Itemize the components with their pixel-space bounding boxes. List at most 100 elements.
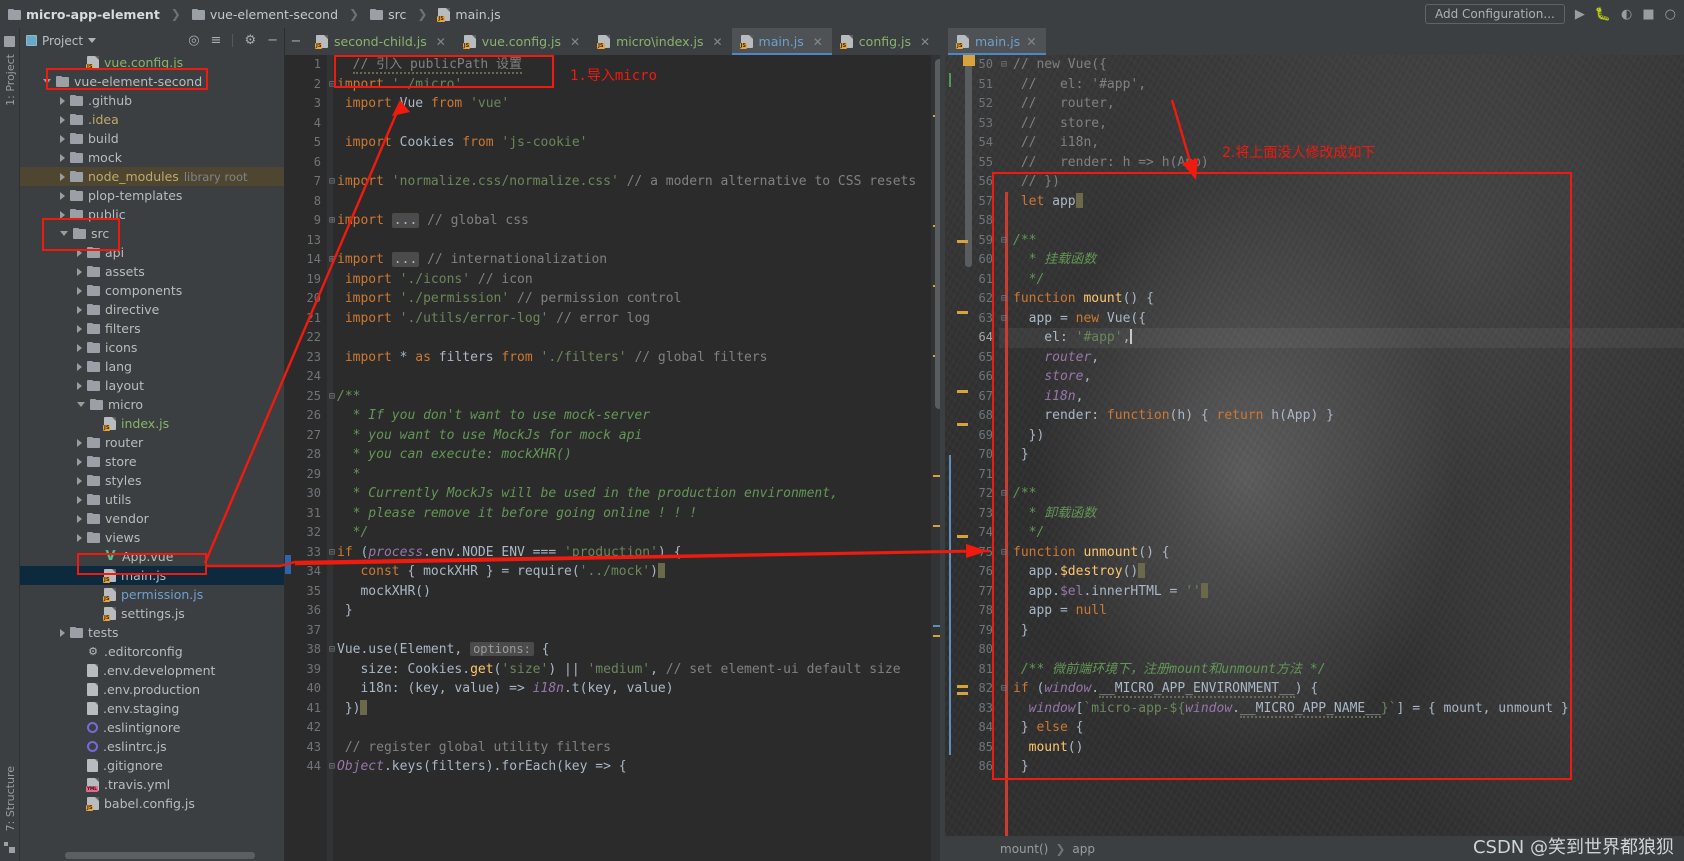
code-line[interactable]: import './utils/error-log' // error log [337, 309, 945, 329]
code-line[interactable]: app = null [1013, 601, 1684, 621]
tab-main-js-right[interactable]: main.js ✕ [948, 28, 1046, 55]
chevron-right-icon[interactable] [77, 267, 82, 276]
chevron-right-icon[interactable] [60, 628, 65, 637]
code-line[interactable]: * If you don't want to use mock-server [337, 406, 945, 426]
code-line[interactable]: } else { [1013, 718, 1684, 738]
code-line[interactable] [337, 114, 945, 134]
code-line[interactable]: let app [1013, 192, 1684, 212]
code-line[interactable]: // store, [1013, 114, 1684, 134]
tree-item-.eslintrc.js[interactable]: .eslintrc.js [20, 737, 284, 756]
chevron-right-icon[interactable] [77, 533, 82, 542]
tree-item-vue.config.js[interactable]: vue.config.js [20, 53, 284, 72]
tab-second-child-js[interactable]: second-child.js ✕ [307, 28, 455, 55]
code-line[interactable] [337, 328, 945, 348]
code-content-left[interactable]: // 引入 publicPath 设置 import './micro' impo… [337, 55, 945, 861]
code-line[interactable]: if (process.env.NODE_ENV === 'production… [337, 543, 945, 563]
code-line[interactable] [1013, 211, 1684, 231]
code-line[interactable]: function mount() { [1013, 289, 1684, 309]
chevron-right-icon[interactable] [60, 96, 65, 105]
code-folding-column-left[interactable]: ⊟ ⊟ ⊞ ⊞ ⊟ ⊟ ⊟ ⊟ [327, 55, 337, 861]
breadcrumb-item-variable[interactable]: app [1072, 842, 1095, 856]
fold-toggle-icon[interactable] [327, 523, 337, 543]
tree-item-.env.staging[interactable]: .env.staging [20, 699, 284, 718]
code-line[interactable]: // render: h => h(App) [1013, 153, 1684, 173]
add-configuration-button[interactable]: Add Configuration... [1424, 4, 1565, 24]
code-line[interactable]: } [1013, 445, 1684, 465]
chevron-right-icon[interactable] [77, 457, 82, 466]
tree-item-assets[interactable]: assets [20, 262, 284, 281]
tree-item-vendor[interactable]: vendor [20, 509, 284, 528]
collapse-all-icon[interactable]: ≡ [211, 33, 222, 48]
chevron-right-icon[interactable] [60, 115, 65, 124]
code-line[interactable]: mockXHR() [337, 582, 945, 602]
fold-toggle-icon[interactable] [999, 172, 1009, 192]
fold-toggle-icon[interactable]: ⊟ [327, 387, 337, 407]
code-line[interactable]: el: '#app', [1013, 328, 1684, 348]
fold-toggle-icon[interactable] [999, 445, 1009, 465]
fold-toggle-icon[interactable]: ⊟ [999, 679, 1009, 699]
project-tree[interactable]: vue.config.js vue-element-second .github .i… [20, 53, 284, 847]
close-icon[interactable]: ✕ [920, 35, 930, 49]
code-line[interactable]: app.$el.innerHTML = '' [1013, 582, 1684, 602]
code-line[interactable]: render: function(h) { return h(App) } [1013, 406, 1684, 426]
horizontal-scrollbar[interactable] [65, 852, 255, 859]
code-line[interactable]: Object.keys(filters).forEach(key => { [337, 757, 945, 777]
code-line[interactable]: */ [1013, 270, 1684, 290]
tree-item-directive[interactable]: directive [20, 300, 284, 319]
code-line[interactable]: /** [1013, 484, 1684, 504]
close-icon[interactable]: ✕ [570, 35, 580, 49]
code-line[interactable] [337, 621, 945, 641]
close-icon[interactable]: ✕ [813, 35, 823, 49]
project-tool-icon[interactable] [4, 36, 15, 47]
code-line[interactable]: // router, [1013, 94, 1684, 114]
tree-item-babel.config.js[interactable]: babel.config.js [20, 794, 284, 813]
structure-tool-icon[interactable] [4, 842, 15, 853]
code-line[interactable]: router, [1013, 348, 1684, 368]
code-line[interactable]: function unmount() { [1013, 543, 1684, 563]
code-line[interactable] [337, 367, 945, 387]
code-folding-column-right[interactable]: ⊟ ⊟ ⊟ ⊟ ⊟ ⊟ ⊟ [999, 55, 1009, 836]
code-line[interactable]: /** 微前端环境下，注册mount和unmount方法 */ [1013, 660, 1684, 680]
chevron-right-icon[interactable] [77, 324, 82, 333]
code-line[interactable]: // 引入 publicPath 设置 [337, 55, 945, 75]
breadcrumb-item-function[interactable]: mount() [1000, 842, 1048, 856]
code-editor-right[interactable]: 50 51 52 53 54 55 56 57 58 59 60 61 62 63 64 65 66 67 68 69… [945, 55, 1684, 836]
tree-item-api[interactable]: api [20, 243, 284, 262]
code-line[interactable]: /** [337, 387, 945, 407]
tree-item-filters[interactable]: filters [20, 319, 284, 338]
code-line[interactable]: i18n: (key, value) => i18n.t(key, value) [337, 679, 945, 699]
tree-item-src[interactable]: src [20, 224, 284, 243]
code-line[interactable]: * you can execute: mockXHR() [337, 445, 945, 465]
sidebar-item-structure[interactable]: 7: Structure [4, 766, 17, 831]
run-icon[interactable]: ▶ [1575, 8, 1585, 21]
code-line[interactable]: * 卸载函数 [1013, 504, 1684, 524]
locate-icon[interactable]: ◎ [188, 33, 199, 48]
chevron-right-icon[interactable] [77, 286, 82, 295]
breadcrumb-item-module[interactable]: vue-element-second [210, 7, 338, 22]
chevron-right-icon[interactable] [60, 191, 65, 200]
tree-item-.travis.yml[interactable]: .travis.yml [20, 775, 284, 794]
project-panel-title[interactable]: Project [26, 34, 97, 48]
code-line[interactable]: import ... // internationalization [337, 250, 945, 270]
fold-toggle-icon[interactable] [999, 718, 1009, 738]
code-line[interactable] [337, 153, 945, 173]
chevron-down-icon[interactable] [60, 231, 68, 236]
code-line[interactable]: import Cookies from 'js-cookie' [337, 133, 945, 153]
fold-toggle-icon[interactable]: ⊟ [999, 289, 1009, 309]
fold-toggle-icon[interactable]: ⊟ [327, 172, 337, 192]
code-line[interactable]: import './icons' // icon [337, 270, 945, 290]
tree-item-app.vue[interactable]: V App.vue [20, 547, 284, 566]
code-line[interactable]: // register global utility filters [337, 738, 945, 758]
tab-config-js[interactable]: config.js ✕ [832, 28, 939, 55]
tree-item-.gitignore[interactable]: .gitignore [20, 756, 284, 775]
code-line[interactable]: // new Vue({ [1013, 55, 1684, 75]
code-line[interactable]: // i18n, [1013, 133, 1684, 153]
fold-toggle-icon[interactable] [999, 426, 1009, 446]
tree-item-icons[interactable]: icons [20, 338, 284, 357]
fold-toggle-icon[interactable]: ⊞ [327, 250, 337, 270]
code-line[interactable]: */ [337, 523, 945, 543]
tree-item-router[interactable]: router [20, 433, 284, 452]
tree-item-index.js[interactable]: index.js [20, 414, 284, 433]
code-line[interactable]: size: Cookies.get('size') || 'medium', /… [337, 660, 945, 680]
chevron-right-icon[interactable] [60, 153, 65, 162]
